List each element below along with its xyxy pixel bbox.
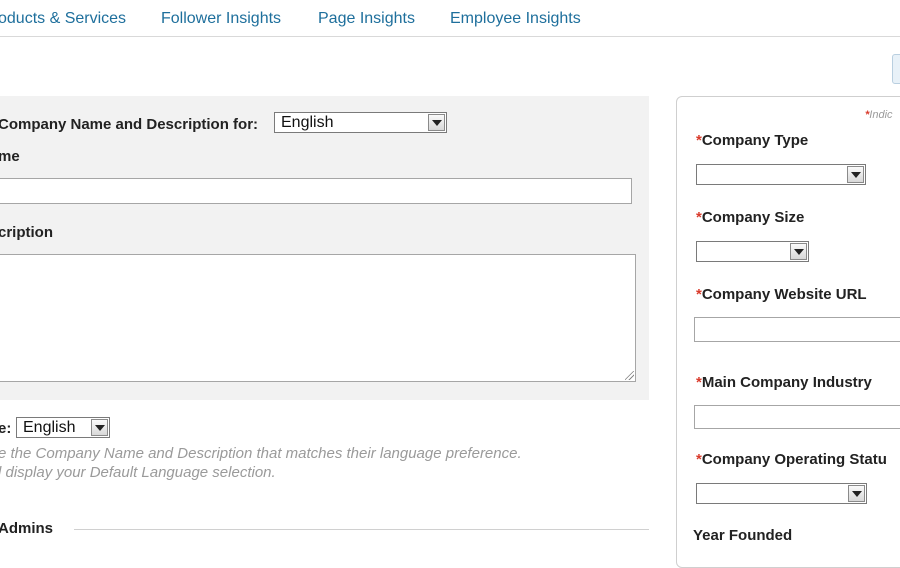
language-hint-line2: l display your Default Language selectio… [0,464,276,481]
default-language-select[interactable]: English [16,417,110,438]
main-industry-input[interactable] [694,405,900,429]
description-label: cription [0,224,53,241]
chevron-down-icon[interactable] [790,243,807,260]
year-founded-label: Year Founded [693,527,793,544]
description-language-select[interactable]: English [274,112,447,133]
language-hint-line1: e the Company Name and Description that … [0,445,522,462]
default-language-value: English [23,419,76,436]
chevron-down-icon[interactable] [428,114,445,131]
chevron-down-icon[interactable] [847,166,864,183]
admins-section-title: Admins [0,520,54,537]
company-size-select[interactable] [696,241,809,262]
operating-status-label: *Company Operating Statu [696,451,887,468]
chevron-down-icon[interactable] [848,485,865,502]
company-name-label: me [0,148,20,165]
default-language-label: e: [0,420,12,437]
tab-products-services[interactable]: oducts & Services [0,10,126,28]
top-right-button[interactable] [892,54,900,84]
chevron-down-icon[interactable] [91,419,108,436]
tab-employee-insights[interactable]: Employee Insights [450,10,581,28]
resize-grip-icon[interactable] [625,371,634,380]
main-industry-label: *Main Company Industry [696,374,872,391]
tab-page-insights[interactable]: Page Insights [318,10,415,28]
tab-follower-insights[interactable]: Follower Insights [161,10,281,28]
company-type-select[interactable] [696,164,866,185]
description-for-label: Company Name and Description for: [0,116,259,133]
required-indicator-note: *Indic [865,109,893,121]
company-name-input[interactable] [0,178,632,204]
admins-divider [74,529,649,530]
description-language-value: English [281,114,334,131]
website-url-label: *Company Website URL [696,286,867,303]
company-type-label: *Company Type [696,132,809,149]
operating-status-select[interactable] [696,483,867,504]
company-size-label: *Company Size [696,209,805,226]
description-textarea[interactable] [0,254,636,382]
website-url-input[interactable] [694,317,900,342]
top-nav: oducts & Services Follower Insights Page… [0,0,900,37]
